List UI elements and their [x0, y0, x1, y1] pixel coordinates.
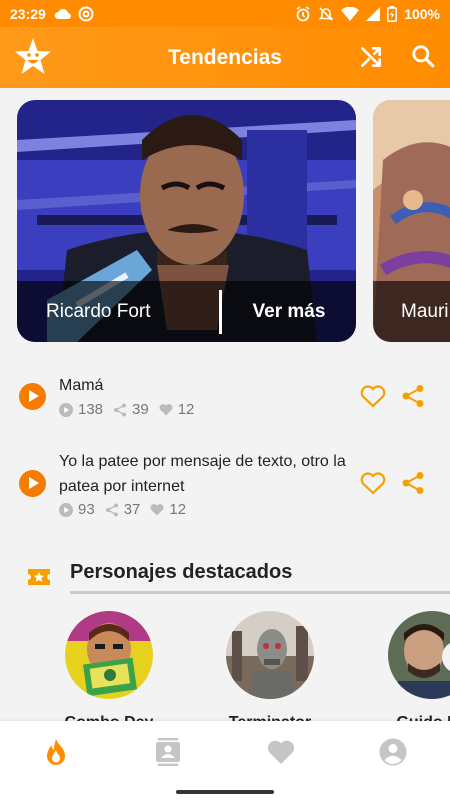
heart-icon[interactable]	[266, 737, 296, 767]
track-stats: 93 37 12	[59, 501, 196, 518]
contacts-icon[interactable]	[153, 737, 183, 767]
ver-mas-button[interactable]: Ver más	[222, 301, 356, 323]
card-caption-bar: Ricardo Fort Ver más	[17, 281, 356, 342]
home-indicator[interactable]	[176, 790, 274, 794]
gesture-bar	[0, 783, 450, 800]
wifi-icon	[341, 6, 360, 21]
track-title: Yo la patee por mensaje de texto, otro l…	[59, 453, 346, 495]
plays-icon	[59, 402, 73, 417]
avatar[interactable]	[226, 611, 314, 699]
search-icon[interactable]	[410, 43, 436, 69]
avatar-image	[226, 611, 314, 699]
cloud-icon	[54, 8, 71, 19]
share-icon[interactable]	[401, 471, 425, 495]
plays-count: 93	[78, 501, 95, 518]
shares-icon	[105, 503, 118, 516]
plays-icon	[59, 502, 73, 517]
trending-carousel[interactable]: Ricardo Fort Ver más Mauri	[0, 100, 450, 342]
play-button[interactable]	[19, 383, 46, 410]
list-item[interactable]: Yo la patee por mensaje de texto, otro l…	[0, 448, 450, 523]
bottom-navigation	[0, 721, 450, 783]
app-notification-icon	[78, 6, 94, 21]
section-divider	[70, 591, 450, 594]
carousel-card[interactable]: Ricardo Fort Ver más	[17, 100, 356, 342]
share-icon[interactable]	[401, 384, 425, 408]
plays-count: 138	[78, 401, 104, 418]
likes-count: 12	[169, 501, 187, 518]
card-caption-bar: Mauri	[373, 281, 450, 342]
app-screen: 23:29 100% Tendencias Ricardo Fort Ver m…	[0, 0, 450, 800]
track-stats: 138 39 12	[59, 401, 204, 418]
ticket-star-icon	[28, 569, 50, 585]
account-icon[interactable]	[378, 737, 408, 767]
section-title: Personajes destacados	[70, 561, 293, 583]
status-bar: 23:29 100%	[0, 0, 450, 27]
likes-count: 12	[177, 401, 195, 418]
app-bar: Tendencias	[0, 27, 450, 88]
shuffle-icon[interactable]	[358, 44, 384, 70]
favorite-heart-icon[interactable]	[360, 471, 386, 495]
favorite-heart-icon[interactable]	[360, 384, 386, 408]
card-name: Ricardo Fort	[46, 300, 151, 322]
featured-person[interactable]: Terminator	[225, 611, 315, 732]
likes-icon	[159, 404, 173, 416]
track-title: Mamá	[59, 377, 104, 394]
play-button[interactable]	[19, 470, 46, 497]
shares-icon	[114, 403, 127, 416]
status-time: 23:29	[10, 5, 46, 22]
shares-count: 39	[132, 401, 149, 418]
card-name: Mauri	[401, 300, 449, 322]
list-item[interactable]: Mamá 138 39 12	[0, 370, 450, 430]
avatar[interactable]	[65, 611, 153, 699]
avatar[interactable]	[388, 611, 450, 699]
avatar-image	[388, 611, 450, 699]
featured-person[interactable]: Guido Ka	[387, 611, 450, 732]
shares-count: 37	[123, 501, 141, 518]
carousel-card[interactable]: Mauri	[373, 100, 450, 342]
battery-icon	[387, 5, 398, 22]
alarm-icon	[296, 5, 310, 21]
featured-person[interactable]: Combo Dey	[64, 611, 154, 732]
mute-icon	[318, 6, 334, 21]
signal-icon	[366, 6, 381, 21]
fire-icon[interactable]	[41, 737, 71, 767]
battery-percentage: 100%	[404, 5, 440, 22]
avatar-image	[65, 611, 153, 699]
likes-icon	[150, 504, 164, 516]
